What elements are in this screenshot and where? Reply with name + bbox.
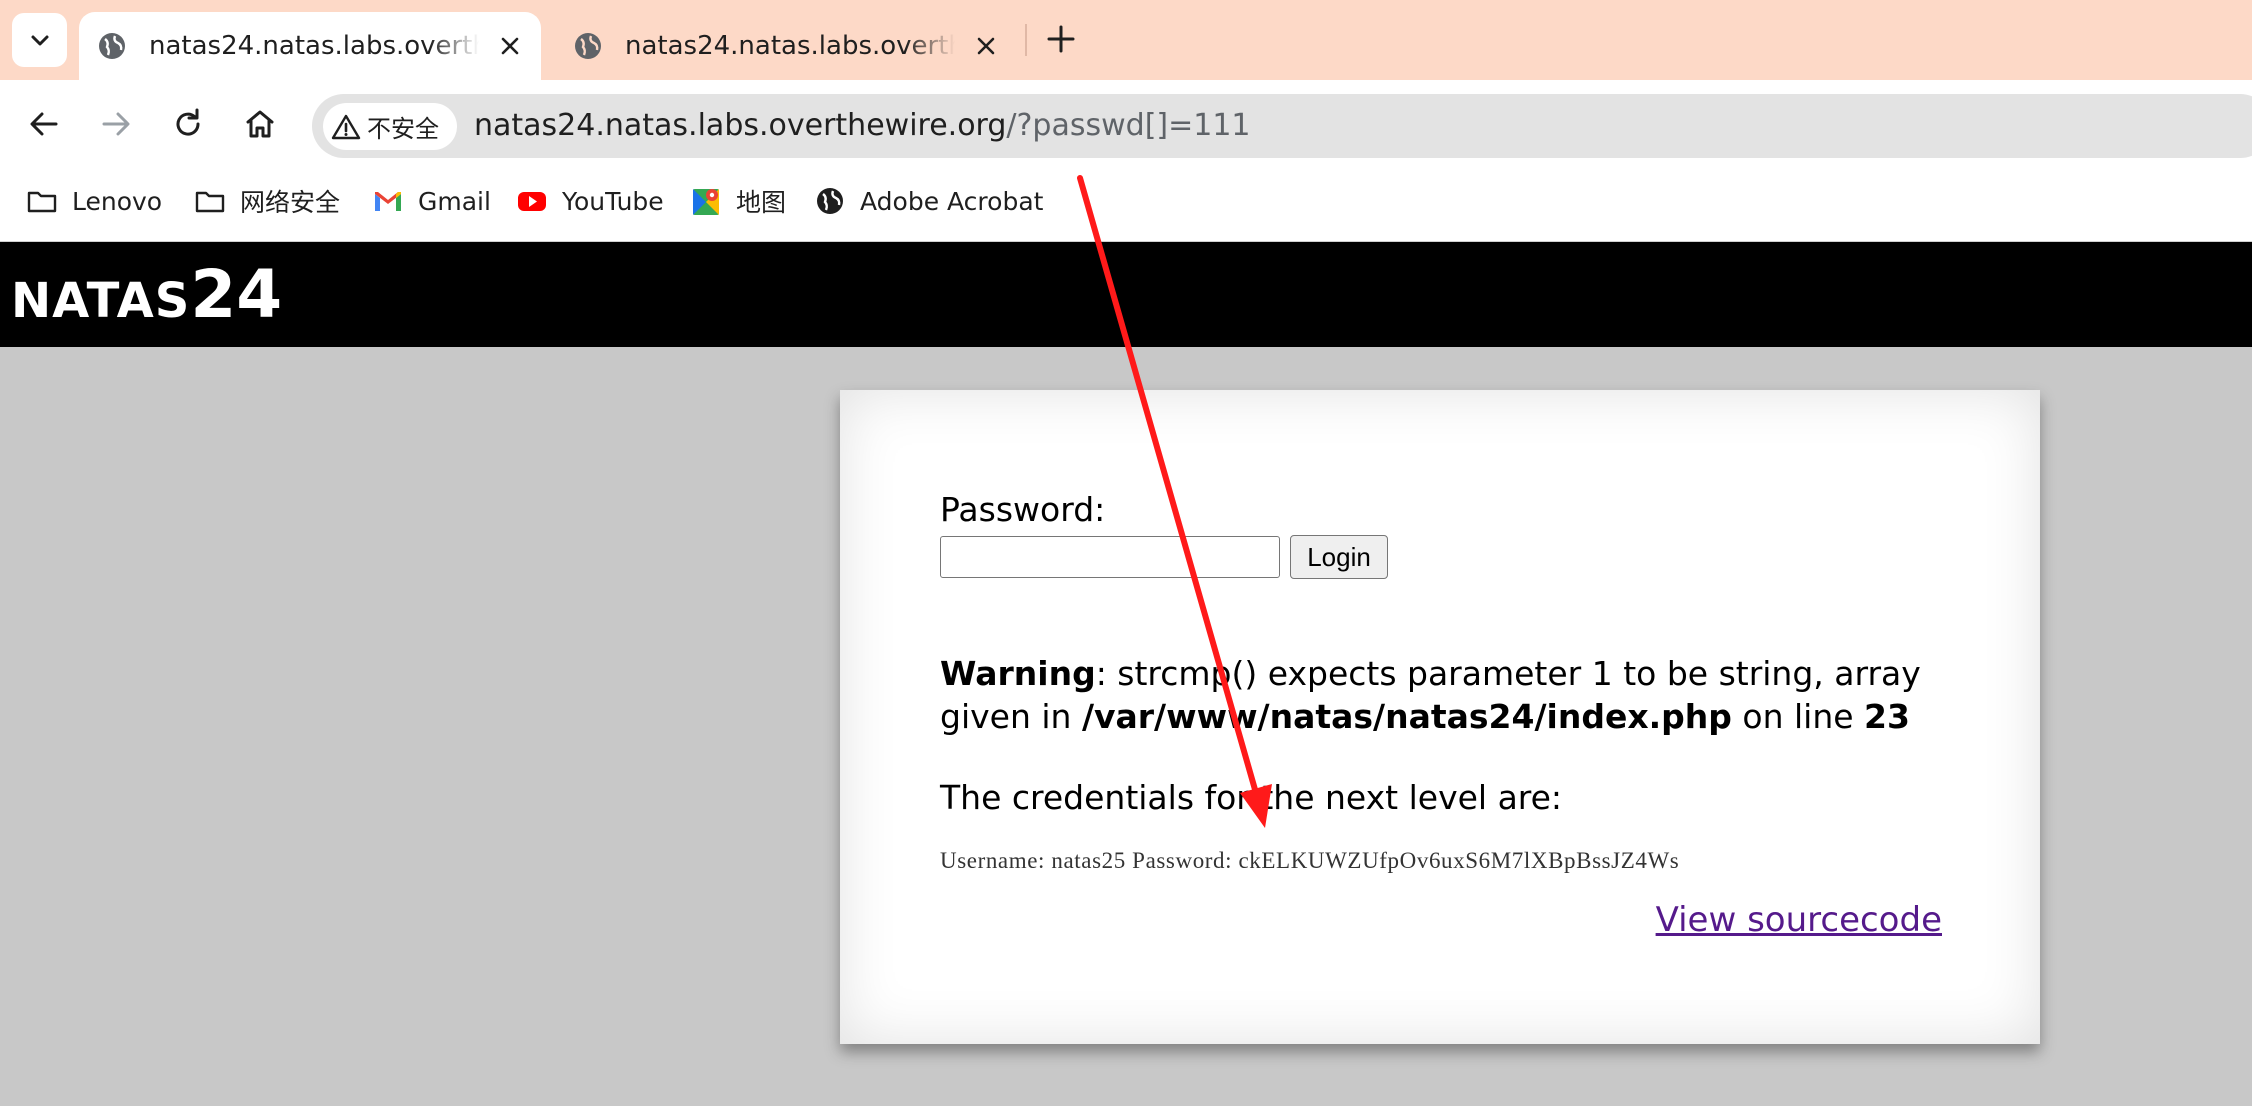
close-icon[interactable]	[497, 33, 523, 59]
bookmark-label: Gmail	[418, 186, 491, 216]
new-tab-plus-icon[interactable]	[1044, 22, 1078, 56]
close-icon[interactable]	[973, 33, 999, 59]
bookmark-label: Adobe Acrobat	[860, 186, 1044, 216]
bookmark-label: YouTube	[562, 186, 664, 216]
security-chip[interactable]: 不安全	[323, 103, 457, 150]
globe-icon	[575, 33, 601, 59]
bookmark-lenovo[interactable]: Lenovo	[26, 184, 162, 218]
bookmark-label: 网络安全	[240, 188, 341, 217]
tab-separator	[1025, 24, 1027, 56]
credentials-intro: The credentials for the next level are:	[940, 778, 1563, 817]
tab-title: natas24.natas.labs.overthewire.org	[149, 31, 479, 61]
url-path: /?passwd[]=111	[1006, 108, 1251, 143]
bookmark-gmail[interactable]: Gmail	[372, 184, 491, 218]
password-input[interactable]	[940, 536, 1280, 578]
globe-icon	[99, 33, 125, 59]
logo-number: 24	[190, 256, 283, 333]
tab-search-button[interactable]	[12, 13, 67, 67]
globe-icon	[817, 188, 843, 214]
warning-path: /var/www/natas/natas24/index.php	[1081, 697, 1732, 736]
bookmark-label: 地图	[736, 188, 787, 217]
folder-icon	[27, 191, 57, 213]
natas-logo: NATAS24	[11, 256, 282, 333]
url-host: natas24.natas.labs.overthewire.org	[474, 108, 1007, 143]
password-label: Password:	[940, 490, 1106, 529]
bookmark-youtube[interactable]: YouTube	[516, 184, 664, 218]
back-arrow-icon[interactable]	[26, 106, 62, 142]
youtube-icon	[518, 192, 546, 211]
security-chip-label: 不安全	[367, 115, 439, 143]
view-sourcecode-link[interactable]: View sourcecode	[1656, 900, 1942, 940]
credentials-text: Username: natas25 Password: ckELKUWZUfpO…	[940, 848, 1680, 873]
tab-natas24[interactable]: natas24.natas.labs.overthewire.org	[555, 12, 1017, 80]
page-header	[0, 242, 2252, 347]
reload-icon[interactable]	[170, 106, 206, 142]
bookmark-adobe-acrobat[interactable]: Adobe Acrobat	[814, 184, 1043, 218]
tab-title: natas24.natas.labs.overthewire.org	[625, 31, 955, 61]
login-button[interactable]: Login	[1290, 535, 1388, 579]
url-text[interactable]: natas24.natas.labs.overthewire.org/?pass…	[474, 106, 1251, 146]
bookmark-maps[interactable]: 地图	[690, 184, 786, 218]
bookmark-label: Lenovo	[72, 186, 163, 216]
chevron-down-icon	[31, 35, 48, 46]
forward-arrow-icon[interactable]	[98, 106, 134, 142]
bookmark-network-security[interactable]: 网络安全	[194, 184, 340, 218]
maps-icon	[693, 189, 719, 215]
warning-triangle-icon	[331, 114, 361, 139]
logo-word: NATAS	[11, 273, 191, 329]
folder-icon	[195, 191, 225, 213]
warning-line-number: 23	[1864, 697, 1910, 736]
warning-online: on line	[1731, 697, 1865, 736]
php-warning-message: Warning: strcmp() expects parameter 1 to…	[940, 652, 2000, 738]
warning-label: Warning	[940, 654, 1096, 693]
tab-natas24-active[interactable]: natas24.natas.labs.overthewire.org	[79, 12, 541, 80]
gmail-icon	[375, 192, 401, 211]
home-icon[interactable]	[242, 106, 278, 142]
